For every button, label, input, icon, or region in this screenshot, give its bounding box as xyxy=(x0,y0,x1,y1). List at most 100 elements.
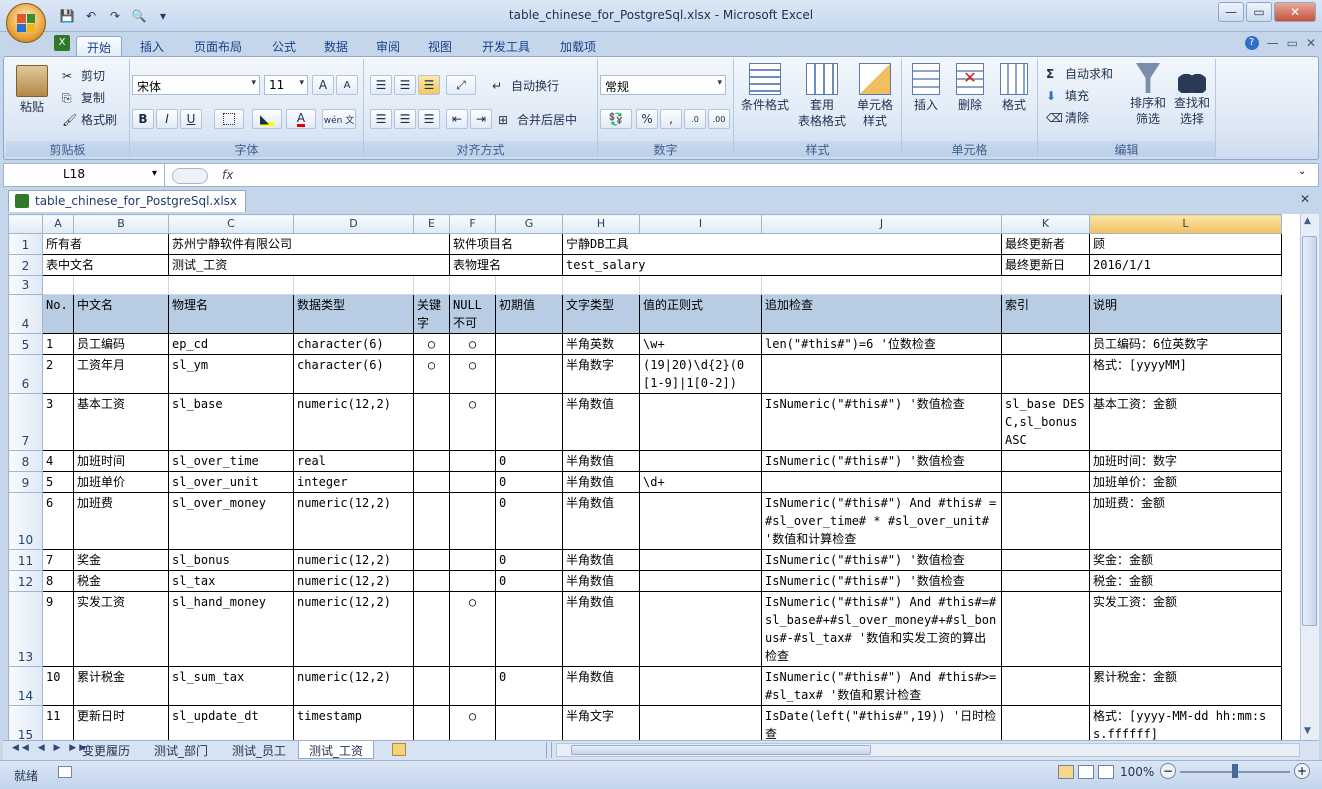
header-cell[interactable]: 索引 xyxy=(1001,294,1090,334)
row-header[interactable]: 5 xyxy=(8,333,43,355)
select-all-corner[interactable] xyxy=(8,214,43,234)
cell[interactable]: \w+ xyxy=(639,333,762,355)
cell[interactable] xyxy=(413,570,450,592)
zoom-in-icon[interactable]: + xyxy=(1294,763,1310,779)
increase-indent-button[interactable]: ⇥ xyxy=(470,109,492,129)
cell[interactable] xyxy=(639,492,762,550)
cell[interactable]: 半角数值 xyxy=(562,570,640,592)
cell[interactable]: IsNumeric("#this#") '数值检查 xyxy=(761,393,1002,451)
cell[interactable]: sl_over_time xyxy=(168,450,294,472)
cell[interactable]: sl_over_unit xyxy=(168,471,294,493)
tab-insert[interactable]: 插入 xyxy=(130,36,174,56)
cell[interactable]: 基本工资：金额 xyxy=(1089,393,1282,451)
cell[interactable]: sl_ym xyxy=(168,354,294,394)
cell[interactable]: 实发工资 xyxy=(73,591,169,667)
cell[interactable]: numeric(12,2) xyxy=(293,393,414,451)
header-cell[interactable]: 中文名 xyxy=(73,294,169,334)
cell[interactable] xyxy=(449,570,496,592)
cell[interactable]: ep_cd xyxy=(168,333,294,355)
cell[interactable]: 更新日时 xyxy=(73,705,169,740)
cell[interactable]: ○ xyxy=(449,333,496,355)
grow-font-button[interactable]: A xyxy=(312,75,334,95)
cell[interactable]: ○ xyxy=(449,393,496,451)
border-button[interactable] xyxy=(214,109,244,129)
row-header[interactable]: 1 xyxy=(8,233,43,255)
zoom-slider-thumb[interactable] xyxy=(1232,764,1238,778)
cell[interactable] xyxy=(449,450,496,472)
cell[interactable] xyxy=(639,549,762,571)
cell[interactable]: 1 xyxy=(42,333,74,355)
cell[interactable]: 5 xyxy=(42,471,74,493)
cell-styles-button[interactable]: 单元格 样式 xyxy=(850,63,900,129)
cell[interactable] xyxy=(639,570,762,592)
column-header[interactable]: H xyxy=(562,214,640,234)
sort-filter-button[interactable]: 排序和 筛选 xyxy=(1126,63,1170,127)
cell[interactable]: sl_over_money xyxy=(168,492,294,550)
scrollbar-thumb[interactable] xyxy=(1302,236,1317,626)
cell[interactable]: 10 xyxy=(42,666,74,706)
cell[interactable] xyxy=(1001,354,1090,394)
row-header[interactable]: 3 xyxy=(8,275,43,295)
delete-cells-button[interactable]: ✕ 删除 xyxy=(948,63,992,113)
copy-button[interactable]: ⎘ 复制 xyxy=(62,89,105,107)
cell[interactable]: sl_base DESC,sl_bonus ASC xyxy=(1001,393,1090,451)
column-header-selected[interactable]: L xyxy=(1089,214,1282,234)
cell[interactable]: real xyxy=(293,450,414,472)
tab-review[interactable]: 审阅 xyxy=(366,36,410,56)
cell[interactable]: 0 xyxy=(495,471,563,493)
column-header[interactable]: D xyxy=(293,214,414,234)
align-center-button[interactable]: ☰ xyxy=(394,109,416,129)
column-header[interactable]: K xyxy=(1001,214,1090,234)
doc-restore-icon[interactable]: ▭ xyxy=(1287,36,1298,50)
cell[interactable]: character(6) xyxy=(293,354,414,394)
cell[interactable]: 税金 xyxy=(73,570,169,592)
cell[interactable]: 工资年月 xyxy=(73,354,169,394)
cell[interactable]: 累计税金 xyxy=(73,666,169,706)
cell[interactable]: 加班时间 xyxy=(73,450,169,472)
cell[interactable] xyxy=(413,591,450,667)
cell[interactable] xyxy=(761,471,1002,493)
normal-view-icon[interactable] xyxy=(1058,765,1074,779)
tab-formulas[interactable]: 公式 xyxy=(262,36,306,56)
cell[interactable] xyxy=(639,705,762,740)
minimize-button[interactable]: — xyxy=(1218,2,1244,22)
comma-button[interactable]: , xyxy=(660,109,682,129)
cell[interactable] xyxy=(495,275,563,295)
cell[interactable] xyxy=(495,354,563,394)
insert-cells-button[interactable]: 插入 xyxy=(904,63,948,113)
font-size-select[interactable]: 11 xyxy=(264,75,308,95)
cut-button[interactable]: ✂ 剪切 xyxy=(62,67,105,85)
header-cell[interactable]: 关键字 xyxy=(413,294,450,334)
cell[interactable]: \d+ xyxy=(639,471,762,493)
cell[interactable]: 加班单价 xyxy=(73,471,169,493)
cell[interactable]: 0 xyxy=(495,450,563,472)
cell[interactable] xyxy=(639,393,762,451)
cell[interactable] xyxy=(761,275,1002,295)
align-middle-button[interactable]: ☰ xyxy=(394,75,416,95)
cell[interactable] xyxy=(562,275,640,295)
header-cell[interactable]: 数据类型 xyxy=(293,294,414,334)
cell[interactable]: numeric(12,2) xyxy=(293,591,414,667)
cell[interactable]: IsNumeric("#this#") '数值检查 xyxy=(761,570,1002,592)
insert-function-button[interactable]: fx xyxy=(222,168,233,182)
row-header[interactable]: 8 xyxy=(8,450,43,472)
cell[interactable]: 半角文字 xyxy=(562,705,640,740)
cell[interactable]: 半角数值 xyxy=(562,471,640,493)
font-color-button[interactable]: A xyxy=(286,109,316,129)
cell[interactable] xyxy=(413,492,450,550)
cell[interactable]: test_salary xyxy=(562,254,1002,276)
cell[interactable]: numeric(12,2) xyxy=(293,570,414,592)
cell[interactable] xyxy=(1001,450,1090,472)
row-header[interactable]: 7 xyxy=(8,393,43,451)
doc-close-icon[interactable]: ✕ xyxy=(1306,36,1316,50)
cell[interactable] xyxy=(73,275,169,295)
column-header[interactable]: C xyxy=(168,214,294,234)
cell[interactable]: 实发工资：金额 xyxy=(1089,591,1282,667)
cell[interactable] xyxy=(639,591,762,667)
bold-button[interactable]: B xyxy=(132,109,154,129)
cell[interactable]: ○ xyxy=(413,333,450,355)
cell[interactable] xyxy=(449,492,496,550)
row-header[interactable]: 11 xyxy=(8,549,43,571)
fill-button[interactable]: ⬇ 填充 xyxy=(1046,87,1089,105)
cell[interactable]: len("#this#")=6 '位数检查 xyxy=(761,333,1002,355)
